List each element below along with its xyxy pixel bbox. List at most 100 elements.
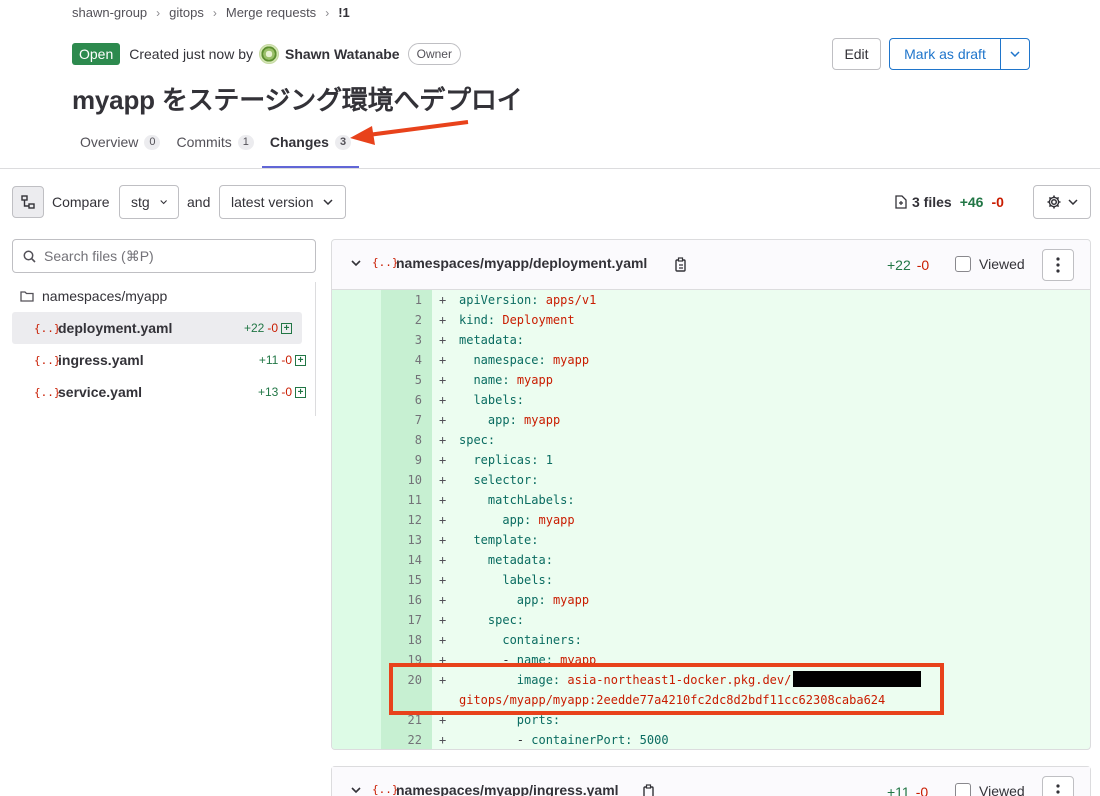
chevron-right-icon: › <box>156 5 161 20</box>
checkbox-box[interactable] <box>955 256 971 272</box>
tree-scrollbar[interactable] <box>315 282 316 416</box>
diff-removed: -0 <box>915 784 929 796</box>
diff-file-path[interactable]: namespaces/myapp/deployment.yaml <box>396 255 647 271</box>
file-removed: -0 <box>267 321 278 335</box>
line-content: name: myapp <box>473 373 553 387</box>
breadcrumb-item-current[interactable]: !1 <box>338 5 350 20</box>
chevron-down-icon[interactable] <box>351 783 361 796</box>
tree-folder[interactable]: namespaces/myapp <box>12 280 316 312</box>
kebab-menu-icon <box>1056 784 1060 794</box>
status-badge: Open <box>72 43 121 65</box>
avatar[interactable] <box>258 44 279 64</box>
breadcrumb-item-project[interactable]: gitops <box>169 5 204 20</box>
line-number[interactable]: 5 <box>382 370 422 390</box>
copy-icon[interactable] <box>642 784 656 796</box>
diff-line: 4 + namespace: myapp <box>332 350 1090 370</box>
diff-added: +22 <box>887 257 911 273</box>
and-label: and <box>187 194 211 210</box>
yaml-file-icon: {..} <box>34 321 61 335</box>
line-number[interactable]: 2 <box>382 310 422 330</box>
line-number[interactable]: 18 <box>382 630 422 650</box>
diff-file-ingress: {..} namespaces/myapp/ingress.yaml +11 -0… <box>331 766 1091 796</box>
line-number[interactable]: 11 <box>382 490 422 510</box>
author-link[interactable]: Shawn Watanabe <box>285 46 400 62</box>
line-number[interactable]: 16 <box>382 590 422 610</box>
mark-as-draft-button[interactable]: Mark as draft <box>890 39 1000 69</box>
line-number[interactable]: 10 <box>382 470 422 490</box>
file-tree-toggle-button[interactable] <box>12 186 44 218</box>
line-number[interactable]: 4 <box>382 350 422 370</box>
line-number[interactable]: 14 <box>382 550 422 570</box>
file-diff-icon <box>895 195 907 209</box>
diff-settings-button[interactable] <box>1033 185 1091 219</box>
added-marker: + <box>439 533 447 547</box>
tree-file-service[interactable]: {..} service.yaml +13 -0 + <box>12 376 316 408</box>
line-number[interactable]: 6 <box>382 390 422 410</box>
diff-file-header: {..} namespaces/myapp/ingress.yaml +11 -0… <box>332 767 1090 796</box>
chevron-down-icon <box>160 200 167 205</box>
added-marker: + <box>439 333 447 347</box>
line-content: app: myapp <box>502 513 575 527</box>
added-marker: + <box>439 733 447 747</box>
breadcrumb-item-merge-requests[interactable]: Merge requests <box>226 5 316 20</box>
tab-label: Commits <box>176 134 232 150</box>
line-content: template: <box>473 533 539 547</box>
tab-changes[interactable]: Changes 3 <box>261 126 360 168</box>
base-branch-value: stg <box>131 194 150 210</box>
search-input[interactable] <box>44 248 294 264</box>
line-content: labels: <box>502 573 553 587</box>
added-marker: + <box>439 613 447 627</box>
line-number[interactable]: 1 <box>382 290 422 310</box>
file-name: ingress.yaml <box>58 352 144 368</box>
file-removed: -0 <box>281 385 292 399</box>
line-number[interactable]: 15 <box>382 570 422 590</box>
tab-overview[interactable]: Overview 0 <box>72 126 168 158</box>
line-number[interactable]: 8 <box>382 430 422 450</box>
line-number[interactable]: 13 <box>382 530 422 550</box>
removed-lines-count: -0 <box>991 194 1004 210</box>
tab-label: Changes <box>269 134 329 150</box>
file-removed: -0 <box>281 353 292 367</box>
diff-file-stats: +11 -0 <box>887 784 928 796</box>
tree-file-ingress[interactable]: {..} ingress.yaml +11 -0 + <box>12 344 316 376</box>
diff-line: 5 + name: myapp <box>332 370 1090 390</box>
line-content: kind: Deployment <box>459 313 575 327</box>
line-number[interactable]: 17 <box>382 610 422 630</box>
file-search <box>12 239 316 273</box>
head-version-select[interactable]: latest version <box>219 185 346 219</box>
head-version-value: latest version <box>231 194 314 210</box>
file-added-icon: + <box>295 387 306 398</box>
added-marker: + <box>439 573 447 587</box>
diff-added: +11 <box>887 784 910 796</box>
line-content: labels: <box>473 393 525 407</box>
yaml-file-icon: {..} <box>34 385 61 399</box>
diff-line: 22 + - containerPort: 5000 <box>332 730 1090 749</box>
line-number[interactable]: 9 <box>382 450 422 470</box>
file-options-button[interactable] <box>1042 249 1074 281</box>
diff-file-path[interactable]: namespaces/myapp/ingress.yaml <box>396 782 619 796</box>
diff-line: 11 + matchLabels: <box>332 490 1090 510</box>
chevron-down-icon[interactable] <box>351 256 361 270</box>
diff-removed: -0 <box>916 257 930 273</box>
viewed-checkbox[interactable]: Viewed <box>955 256 1025 272</box>
viewed-checkbox[interactable]: Viewed <box>955 783 1025 796</box>
chevron-down-icon[interactable] <box>1000 39 1029 69</box>
added-marker: + <box>439 513 447 527</box>
copy-icon[interactable] <box>674 257 688 272</box>
line-number[interactable]: 3 <box>382 330 422 350</box>
diff-stats: 3 files +46 -0 <box>895 194 1004 210</box>
line-number[interactable]: 22 <box>382 730 422 749</box>
edit-button[interactable]: Edit <box>832 38 881 70</box>
breadcrumb-item-group[interactable]: shawn-group <box>72 5 147 20</box>
line-number[interactable]: 12 <box>382 510 422 530</box>
line-number[interactable]: 7 <box>382 410 422 430</box>
tree-file-deployment[interactable]: {..} deployment.yaml +22 -0 + <box>12 312 302 344</box>
diff-line: 15 + labels: <box>332 570 1090 590</box>
base-branch-select[interactable]: stg <box>119 185 179 219</box>
diff-line: 8 + spec: <box>332 430 1090 450</box>
checkbox-box[interactable] <box>955 783 971 796</box>
file-options-button[interactable] <box>1042 776 1074 796</box>
file-name: service.yaml <box>58 384 143 400</box>
files-count: 3 files <box>895 194 952 210</box>
tab-commits[interactable]: Commits 1 <box>168 126 261 158</box>
